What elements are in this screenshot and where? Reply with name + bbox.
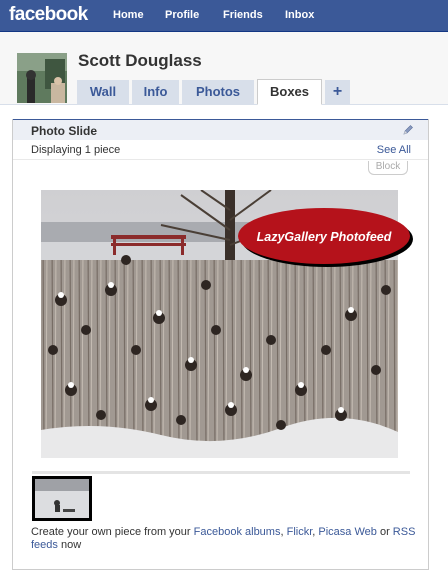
facebook-logo[interactable]: facebook [9,4,88,26]
profile-avatar[interactable] [17,53,67,103]
box-title: Photo Slide [31,124,97,138]
nav-inbox-link[interactable]: Inbox [285,9,314,21]
badge-text: LazyGallery Photofeed [257,230,392,244]
divider [32,471,410,474]
top-navigation-bar: facebook Home Profile Friends Inbox [0,0,448,32]
tab-info[interactable]: Info [132,80,179,104]
tab-wall[interactable]: Wall [77,80,129,104]
photo-slide-box: Photo Slide Displaying 1 piece See All B… [12,119,429,570]
nav-profile-link[interactable]: Profile [165,9,199,21]
picasa-web-link[interactable]: Picasa Web [318,526,377,538]
lazygallery-badge[interactable]: LazyGallery Photofeed [234,204,416,268]
profile-name: Scott Douglass [78,51,202,70]
nav-home-link[interactable]: Home [113,9,144,21]
box-subheader: Displaying 1 piece See All [13,140,428,160]
see-all-link[interactable]: See All [377,144,411,156]
add-tab-button[interactable]: + [325,80,350,104]
slide-thumbnail[interactable] [32,476,92,521]
nav-friends-link[interactable]: Friends [223,9,263,21]
pencil-edit-icon[interactable] [402,124,414,136]
profile-header: Scott Douglass Wall Info Photos Boxes + [0,32,448,105]
block-button[interactable]: Block [368,161,408,175]
box-title-bar: Photo Slide [13,119,428,140]
tab-boxes[interactable]: Boxes [257,79,322,105]
flickr-link[interactable]: Flickr [287,526,313,538]
display-count-text: Displaying 1 piece [31,144,121,156]
facebook-albums-link[interactable]: Facebook albums [194,526,281,538]
footer-text: Create your own piece from your Facebook… [31,526,416,551]
tab-photos[interactable]: Photos [182,80,254,104]
